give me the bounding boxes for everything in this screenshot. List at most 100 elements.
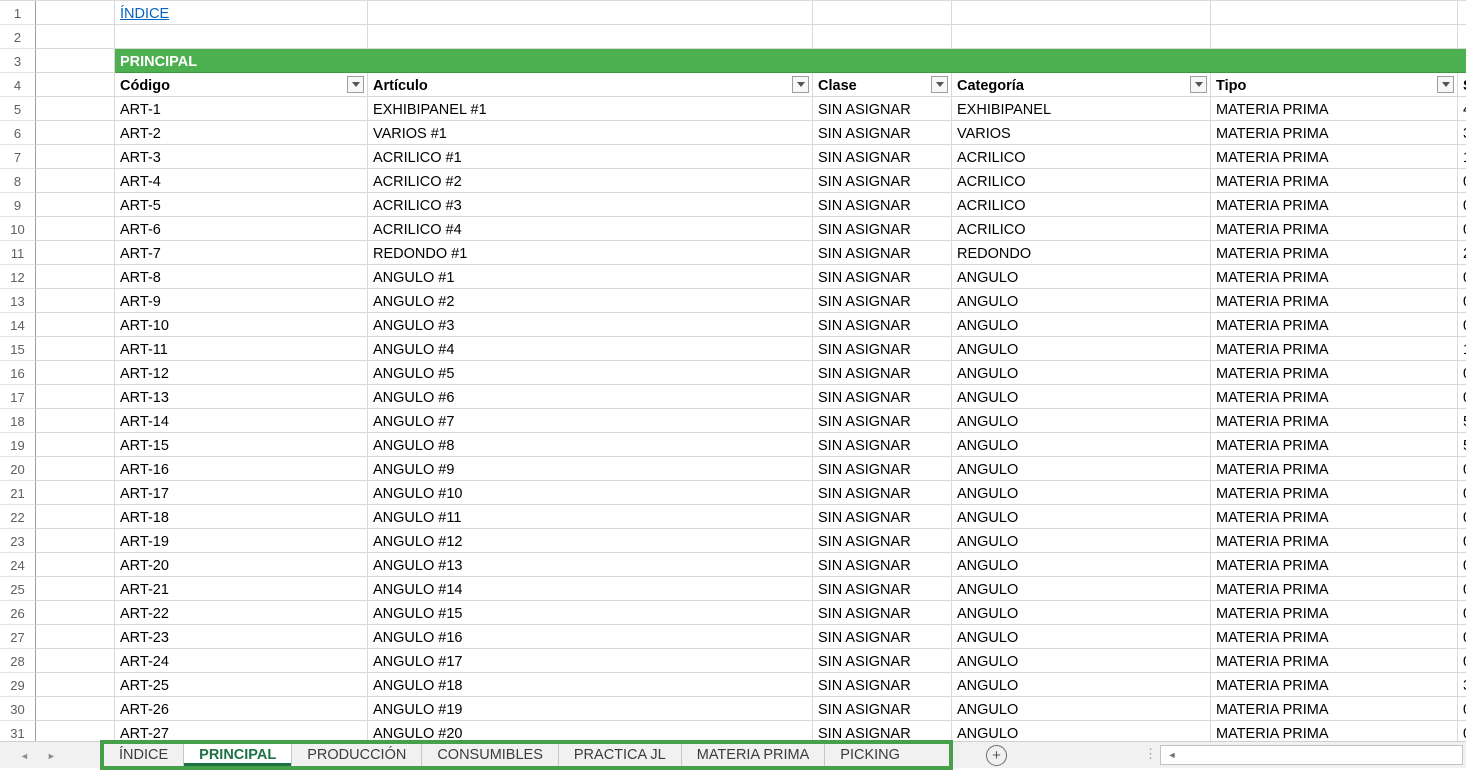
cell-codigo[interactable]: ART-13 xyxy=(115,385,368,409)
cell-categoria[interactable]: ANGULO xyxy=(952,265,1211,289)
cell-categoria[interactable]: REDONDO xyxy=(952,241,1211,265)
cell-clase[interactable]: SIN ASIGNAR xyxy=(813,409,952,433)
row-header[interactable]: 7 xyxy=(0,145,36,169)
cell-empty[interactable] xyxy=(36,721,115,741)
cell-categoria[interactable]: ANGULO xyxy=(952,481,1211,505)
cell-a3[interactable] xyxy=(36,49,115,73)
cell-codigo[interactable]: ART-5 xyxy=(115,193,368,217)
cell-articulo[interactable]: VARIOS #1 xyxy=(368,121,813,145)
cell-articulo[interactable]: ANGULO #8 xyxy=(368,433,813,457)
cell-codigo[interactable]: ART-17 xyxy=(115,481,368,505)
cell-e2[interactable] xyxy=(952,25,1211,49)
cell-clase[interactable]: SIN ASIGNAR xyxy=(813,649,952,673)
cell-empty[interactable] xyxy=(36,193,115,217)
cell-stock-partial[interactable]: 0 xyxy=(1458,529,1466,553)
cell-articulo[interactable]: ANGULO #9 xyxy=(368,457,813,481)
row-header[interactable]: 21 xyxy=(0,481,36,505)
cell-categoria[interactable]: ACRILICO xyxy=(952,169,1211,193)
cell-empty[interactable] xyxy=(36,529,115,553)
cell-codigo[interactable]: ART-20 xyxy=(115,553,368,577)
cell-clase[interactable]: SIN ASIGNAR xyxy=(813,457,952,481)
cell-articulo[interactable]: ANGULO #19 xyxy=(368,697,813,721)
cell-clase[interactable]: SIN ASIGNAR xyxy=(813,361,952,385)
cell-articulo[interactable]: ANGULO #15 xyxy=(368,601,813,625)
cell-articulo[interactable]: ACRILICO #4 xyxy=(368,217,813,241)
cell-codigo[interactable]: ART-9 xyxy=(115,289,368,313)
row-header[interactable]: 13 xyxy=(0,289,36,313)
cell-articulo[interactable]: ANGULO #16 xyxy=(368,625,813,649)
cell-tipo[interactable]: MATERIA PRIMA xyxy=(1211,169,1458,193)
cell-clase[interactable]: SIN ASIGNAR xyxy=(813,433,952,457)
row-header[interactable]: 28 xyxy=(0,649,36,673)
filter-button-articulo[interactable] xyxy=(792,76,809,93)
cell-codigo[interactable]: ART-24 xyxy=(115,649,368,673)
cell-tipo[interactable]: MATERIA PRIMA xyxy=(1211,697,1458,721)
cell-tipo[interactable]: MATERIA PRIMA xyxy=(1211,361,1458,385)
sheet-tab-principal[interactable]: PRINCIPAL xyxy=(184,744,292,766)
cell-stock-partial[interactable]: 0 xyxy=(1458,217,1466,241)
cell-empty[interactable] xyxy=(36,97,115,121)
cell-clase[interactable]: SIN ASIGNAR xyxy=(813,697,952,721)
cell-articulo[interactable]: EXHIBIPANEL #1 xyxy=(368,97,813,121)
row-header[interactable]: 17 xyxy=(0,385,36,409)
cell-categoria[interactable]: ANGULO xyxy=(952,649,1211,673)
cell-clase[interactable]: SIN ASIGNAR xyxy=(813,481,952,505)
scrollbar-track[interactable] xyxy=(1183,746,1462,764)
cell-stock-partial[interactable]: 0 xyxy=(1458,289,1466,313)
cell-clase[interactable]: SIN ASIGNAR xyxy=(813,673,952,697)
cell-clase[interactable]: SIN ASIGNAR xyxy=(813,529,952,553)
cell-categoria[interactable]: ACRILICO xyxy=(952,217,1211,241)
cell-articulo[interactable]: ANGULO #3 xyxy=(368,313,813,337)
cell-tipo[interactable]: MATERIA PRIMA xyxy=(1211,145,1458,169)
cell-empty[interactable] xyxy=(36,601,115,625)
sheet-tab-producción[interactable]: PRODUCCIÓN xyxy=(292,744,422,766)
cell-articulo[interactable]: ACRILICO #2 xyxy=(368,169,813,193)
row-header[interactable]: 15 xyxy=(0,337,36,361)
cell-clase[interactable]: SIN ASIGNAR xyxy=(813,505,952,529)
cell-articulo[interactable]: ANGULO #12 xyxy=(368,529,813,553)
cell-stock-partial[interactable]: 0 xyxy=(1458,505,1466,529)
cell-f2[interactable] xyxy=(1211,25,1458,49)
cell-stock-partial[interactable]: 0 xyxy=(1458,265,1466,289)
cell-empty[interactable] xyxy=(36,385,115,409)
cell-categoria[interactable]: ANGULO xyxy=(952,577,1211,601)
cell-stock-partial[interactable]: 0 xyxy=(1458,313,1466,337)
cell-codigo[interactable]: ART-18 xyxy=(115,505,368,529)
cell-articulo[interactable]: REDONDO #1 xyxy=(368,241,813,265)
row-header[interactable]: 10 xyxy=(0,217,36,241)
cell-e1[interactable] xyxy=(952,1,1211,25)
cell-c2[interactable] xyxy=(368,25,813,49)
cell-categoria[interactable]: ANGULO xyxy=(952,433,1211,457)
prev-sheet-arrow-icon[interactable]: ◄ xyxy=(20,751,29,761)
cell-empty[interactable] xyxy=(36,169,115,193)
row-header[interactable]: 22 xyxy=(0,505,36,529)
cell-tipo[interactable]: MATERIA PRIMA xyxy=(1211,385,1458,409)
cell-stock-partial[interactable]: 0 xyxy=(1458,457,1466,481)
cell-articulo[interactable]: ANGULO #13 xyxy=(368,553,813,577)
row-header[interactable]: 24 xyxy=(0,553,36,577)
cell-tipo[interactable]: MATERIA PRIMA xyxy=(1211,505,1458,529)
row-header[interactable]: 19 xyxy=(0,433,36,457)
cell-clase[interactable]: SIN ASIGNAR xyxy=(813,625,952,649)
cell-categoria[interactable]: ANGULO xyxy=(952,337,1211,361)
cell-clase[interactable]: SIN ASIGNAR xyxy=(813,577,952,601)
cell-codigo[interactable]: ART-10 xyxy=(115,313,368,337)
cell-empty[interactable] xyxy=(36,649,115,673)
cell-articulo[interactable]: ACRILICO #1 xyxy=(368,145,813,169)
cell-categoria[interactable]: ANGULO xyxy=(952,721,1211,741)
row-header[interactable]: 16 xyxy=(0,361,36,385)
sheet-tab-materia-prima[interactable]: MATERIA PRIMA xyxy=(682,744,826,766)
row-header[interactable]: 9 xyxy=(0,193,36,217)
cell-tipo[interactable]: MATERIA PRIMA xyxy=(1211,433,1458,457)
cell-tipo[interactable]: MATERIA PRIMA xyxy=(1211,217,1458,241)
cell-categoria[interactable]: ANGULO xyxy=(952,361,1211,385)
column-header-tipo[interactable]: Tipo xyxy=(1211,73,1458,97)
column-header-categoria[interactable]: Categoría xyxy=(952,73,1211,97)
table-title-band[interactable]: PRINCIPAL xyxy=(115,49,1466,73)
cell-clase[interactable]: SIN ASIGNAR xyxy=(813,193,952,217)
cell-stock-partial[interactable]: 2 xyxy=(1458,241,1466,265)
cell-tipo[interactable]: MATERIA PRIMA xyxy=(1211,529,1458,553)
cell-c1[interactable] xyxy=(368,1,813,25)
cell-codigo[interactable]: ART-1 xyxy=(115,97,368,121)
row-header[interactable]: 11 xyxy=(0,241,36,265)
